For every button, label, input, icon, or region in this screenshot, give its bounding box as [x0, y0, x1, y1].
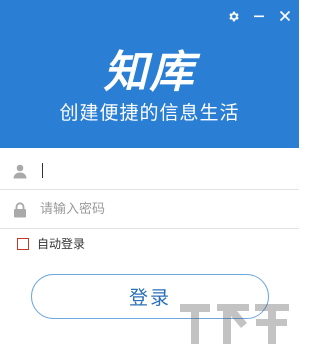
lock-icon [0, 201, 40, 218]
login-button-label: 登录 [128, 287, 171, 309]
text-caret [42, 163, 43, 178]
password-input[interactable] [40, 194, 280, 225]
window-controls [225, 8, 293, 24]
watermark-logo [175, 294, 295, 358]
app-slogan: 创建便捷的信息生活 [59, 102, 240, 124]
auto-login-option[interactable]: 自动登录 [17, 235, 85, 252]
auto-login-label: 自动登录 [37, 237, 86, 251]
user-icon [0, 163, 40, 179]
minimize-icon[interactable] [251, 8, 267, 24]
password-row [0, 191, 299, 229]
app-logo: 知库 [103, 47, 196, 98]
username-row [0, 152, 299, 190]
gear-icon[interactable] [225, 8, 241, 24]
header-banner: 知库 创建便捷的信息生活 [0, 0, 299, 148]
auto-login-checkbox[interactable] [17, 237, 29, 250]
close-icon[interactable] [277, 8, 293, 24]
username-input[interactable] [40, 155, 280, 186]
